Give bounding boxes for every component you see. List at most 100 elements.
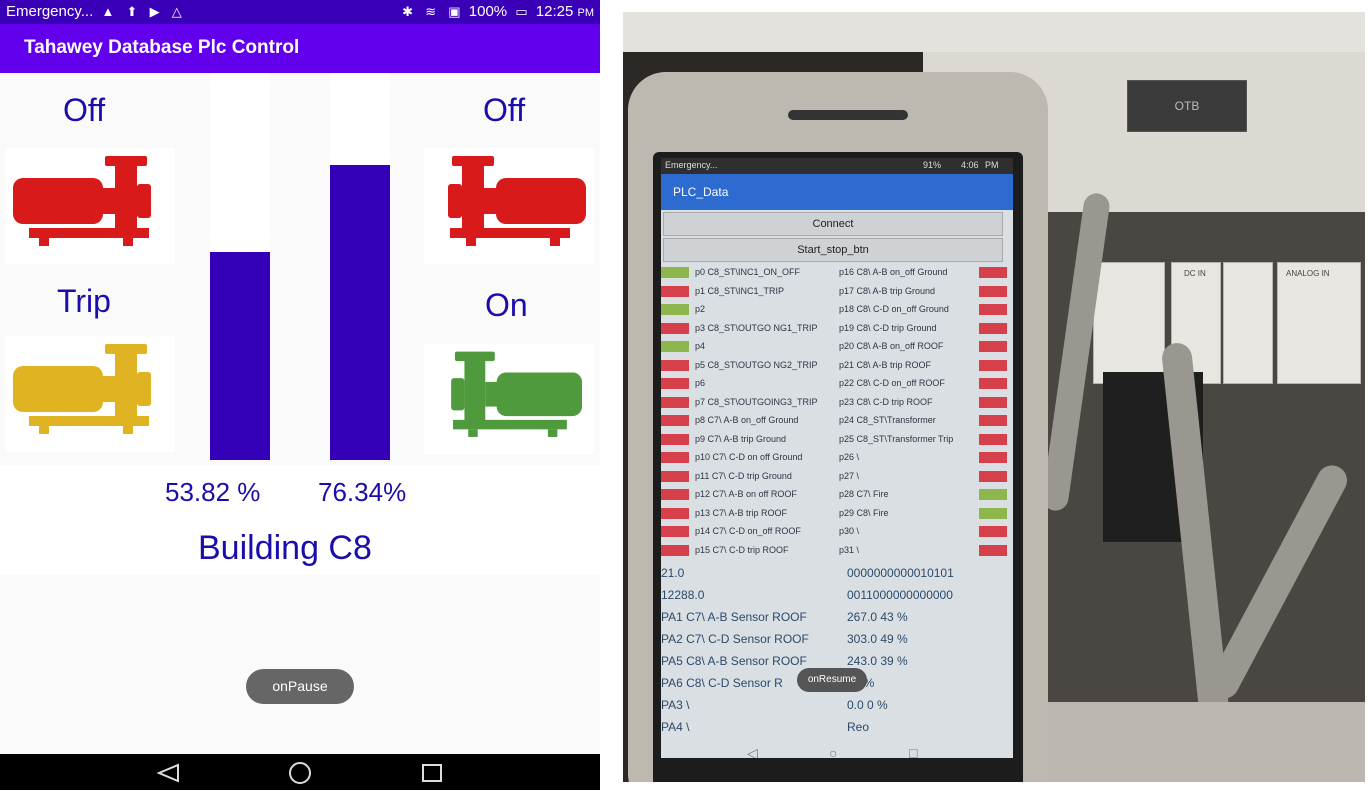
status-indicator (661, 285, 689, 297)
status-indicator (979, 267, 1007, 278)
cabinet-floor (1043, 702, 1365, 782)
levels-panel: 53.82 % 76.34% Building C8 (0, 465, 600, 575)
recents-icon[interactable]: □ (909, 745, 917, 758)
status-indicator (661, 267, 689, 278)
clock-time: 12:25 (535, 3, 574, 20)
status-indicator (661, 341, 689, 352)
home-icon[interactable] (286, 762, 314, 784)
value-reading: 0.0 0 % (847, 698, 888, 712)
start-stop-button[interactable]: Start_stop_btn (663, 238, 1003, 262)
io-label: p17 C8\ A-B trip Ground (839, 285, 936, 296)
io-label: p23 C8\ C-D trip ROOF (839, 396, 933, 407)
pump-2-status: Trip (57, 283, 111, 319)
building-name: Building C8 (198, 529, 372, 567)
io-label: p22 C8\ C-D on_off ROOF (839, 378, 945, 388)
value-reading: 267.0 43 % (847, 610, 908, 624)
io-label: p7 C8_ST\OUTGOING3_TRIP (695, 396, 818, 407)
status-indicator (661, 489, 689, 500)
pump-4-image[interactable] (424, 344, 594, 454)
status-indicator (979, 322, 1007, 334)
home-icon[interactable]: ○ (829, 745, 837, 758)
io-row: p15 C7\ C-D trip ROOF p31 \ (661, 542, 1013, 560)
pump-4-status: On (485, 287, 528, 323)
analog-values: 21.0 0000000000010101 12288.0 0011000000000… (661, 566, 1013, 746)
battery-icon: ▭ (515, 4, 528, 19)
status-indicator (661, 470, 689, 482)
pump-3-status: Off (483, 92, 526, 128)
plc-module-3 (1223, 262, 1273, 384)
back-icon[interactable] (156, 763, 180, 783)
sim-icon: ▣ (448, 4, 461, 19)
io-label: p9 C7\ A-B trip Ground (695, 433, 787, 444)
pump-3-image[interactable] (424, 148, 594, 264)
io-label: p10 C7\ C-D on off Ground (695, 452, 803, 462)
value-reading: Reo (847, 720, 870, 734)
io-label: p24 C8_ST\Transformer (839, 415, 936, 425)
io-row: p8 C7\ A-B on_off Ground p24 C8_ST\Transf… (661, 412, 1013, 430)
status-indicator (979, 452, 1007, 463)
io-row: p10 C7\ C-D on off Ground p26 \ (661, 449, 1013, 467)
play-icon: ▶ (149, 4, 160, 19)
io-label: p18 C8\ C-D on_off Ground (839, 304, 949, 314)
io-label: p29 C8\ Fire (839, 507, 889, 518)
pump-1-image[interactable] (5, 148, 175, 264)
phone-screen: Emergency... 91% 4:06 PM PLC_Data Connec… (661, 158, 1013, 758)
io-row: p1 C8_ST\INC1_TRIP p17 C8\ A-B trip Groun… (661, 283, 1013, 301)
carrier-text: Emergency... (6, 3, 94, 20)
status-indicator (979, 341, 1007, 352)
tank-2-percent: 76.34% (318, 477, 407, 507)
recents-icon[interactable] (420, 763, 444, 783)
io-label: p3 C8_ST\OUTGO NG1_TRIP (695, 322, 818, 333)
value-label: 21.0 (661, 566, 685, 580)
status-bar-left: Emergency... ▲ ⬆ ▶ △ (6, 3, 186, 20)
value-reading: 0011000000000000 (847, 588, 953, 602)
otb-label: OTB (1127, 80, 1247, 132)
tank-1-level-fill (210, 251, 270, 460)
io-row: p14 C7\ C-D on_off ROOF p30 \ (661, 523, 1013, 541)
value-label: PA6 C8\ C-D Sensor R (661, 676, 783, 690)
value-label: PA2 C7\ C-D Sensor ROOF (661, 632, 809, 646)
value-label: PA4 \ (661, 720, 690, 734)
app-bar: Tahawey Database Plc Control (0, 24, 600, 73)
status-indicator (979, 489, 1007, 500)
io-row: p3 C8_ST\OUTGO NG1_TRIP p19 C8\ C-D trip … (661, 320, 1013, 338)
io-label: p31 \ (839, 544, 860, 555)
phone-speaker (788, 110, 908, 120)
value-label: PA5 C8\ A-B Sensor ROOF (661, 654, 807, 668)
status-indicator (979, 378, 1007, 389)
phone-carrier: Emergency... (665, 160, 718, 170)
cabinet-top (623, 12, 1365, 52)
tank-2-level-fill (330, 164, 390, 460)
pump-2-image[interactable] (5, 336, 175, 452)
io-label: p1 C8_ST\INC1_TRIP (695, 285, 785, 296)
value-reading: 303.0 49 % (847, 632, 908, 646)
back-icon[interactable]: ◁ (747, 745, 758, 758)
io-label: p0 C8_ST\INC1_ON_OFF (695, 267, 801, 277)
module-label: DC IN (1184, 269, 1206, 278)
status-indicator (979, 415, 1007, 426)
io-label: p13 C7\ A-B trip ROOF (695, 507, 788, 518)
status-indicator (979, 285, 1007, 297)
phone-time: 4:06 (961, 160, 979, 170)
phone-battery: 91% (923, 160, 942, 170)
io-row: p7 C8_ST\OUTGOING3_TRIP p23 C8\ C-D trip … (661, 394, 1013, 412)
pump-1-status: Off (63, 92, 106, 128)
status-indicator (661, 526, 689, 537)
tank-2-level-bar (330, 73, 390, 460)
plc-module-4: ANALOG IN (1277, 262, 1361, 384)
battery-percent: 100% (468, 3, 508, 20)
status-indicator (661, 507, 689, 519)
status-indicator (661, 359, 689, 371)
connect-button[interactable]: Connect (663, 212, 1003, 236)
value-reading: 243.0 39 % (847, 654, 908, 668)
io-row: p2 p18 C8\ C-D on_off Ground (661, 301, 1013, 319)
io-label: p2 (695, 304, 706, 314)
io-label: p14 C7\ C-D on_off ROOF (695, 526, 801, 536)
io-label: p25 C8_ST\Transformer Trip (839, 433, 954, 444)
status-indicator (979, 304, 1007, 315)
status-indicator (979, 433, 1007, 445)
status-indicator (979, 396, 1007, 408)
status-bar-right: ✱ ≋ ▣ 100% ▭ 12:25 PM (398, 3, 594, 20)
io-label: p19 C8\ C-D trip Ground (839, 322, 937, 333)
io-row: p5 C8_ST\OUTGO NG2_TRIP p21 C8\ A-B trip … (661, 357, 1013, 375)
